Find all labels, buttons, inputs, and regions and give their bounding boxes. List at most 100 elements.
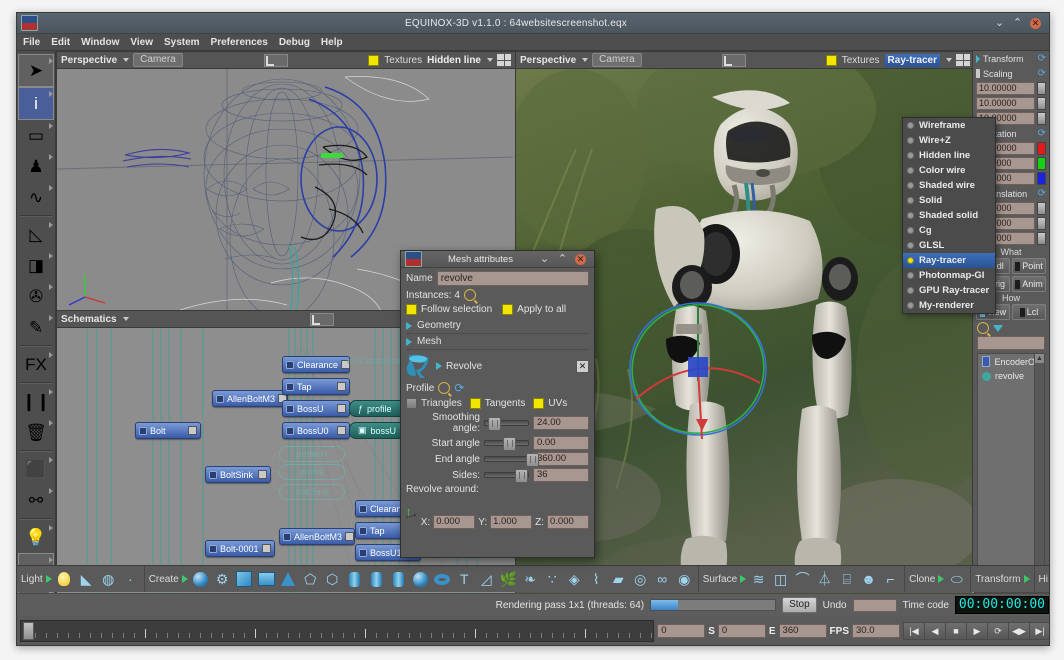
step-back-button[interactable]: ◀ (925, 623, 946, 639)
schematic-node[interactable]: BoltSink (205, 466, 271, 483)
grid-layout-icon[interactable] (497, 54, 511, 66)
orb-icon[interactable]: ◉ (675, 570, 694, 589)
reset-icon[interactable]: ⟳ (1038, 53, 1046, 64)
dialog-maximize-icon[interactable]: ⌃ (557, 254, 568, 265)
go-to-end-button[interactable]: ▶| (1030, 623, 1050, 639)
submenu-arrow-icon[interactable] (49, 488, 53, 494)
reset-icon[interactable]: ⟳ (1038, 188, 1046, 199)
pipe-icon[interactable]: ⌐ (881, 570, 900, 589)
cloth-icon[interactable]: ▰ (609, 570, 628, 589)
stop-render-button[interactable]: Stop (782, 597, 817, 613)
shading-option-photonmap-gi[interactable]: Photonmap-GI (903, 268, 995, 283)
cube-primitive-icon[interactable] (235, 570, 254, 589)
lathe-tool[interactable]: ♟ (19, 151, 53, 182)
schematic-node[interactable]: Bolt-0001 (205, 540, 275, 557)
cone-primitive-icon[interactable] (279, 570, 298, 589)
hook-icon[interactable]: ⌇ (587, 570, 606, 589)
object-search-input[interactable] (977, 336, 1045, 350)
schematic-node[interactable]: BossU0 (282, 422, 350, 439)
boolean-tool[interactable]: ❙❙ (19, 386, 53, 417)
shading-option-solid[interactable]: Solid (903, 193, 995, 208)
shading-option-glsl[interactable]: GLSL (903, 238, 995, 253)
transform-value-field[interactable]: 10.00000 (976, 82, 1035, 95)
axis-color-chip[interactable] (1037, 82, 1046, 95)
axis-color-chip[interactable] (1037, 97, 1046, 110)
axis-color-chip[interactable] (1037, 202, 1046, 215)
chain-icon[interactable]: ∞ (653, 570, 672, 589)
close-icon[interactable]: ✕ (1030, 18, 1041, 29)
shading-mode-dropdown[interactable]: WireframeWire+ZHidden lineColor wireShad… (902, 117, 996, 314)
axis-color-chip[interactable] (1037, 217, 1046, 230)
hierarchy-tool[interactable]: ⚯ (19, 485, 53, 516)
viewport-right-camera[interactable]: Camera (592, 53, 642, 67)
submenu-arrow-icon[interactable] (49, 557, 53, 563)
grid-layout-icon[interactable] (956, 54, 970, 66)
group-expand-icon[interactable] (182, 575, 188, 583)
ball-primitive-icon[interactable] (411, 570, 430, 589)
particles-icon[interactable]: ∵ (543, 570, 562, 589)
viewport-left-shading[interactable]: Hidden line (427, 55, 481, 66)
minimize-icon[interactable]: ⌄ (994, 18, 1005, 29)
textures-toggle-icon[interactable] (826, 55, 837, 66)
submenu-arrow-icon[interactable] (49, 284, 53, 290)
schematic-node[interactable]: Tap (282, 378, 350, 395)
axis-value-field[interactable]: 0.000 (547, 515, 589, 529)
group-expand-icon[interactable] (46, 575, 52, 583)
axis-value-field[interactable]: 0.000 (433, 515, 475, 529)
schematic-node[interactable]: Bolt (135, 422, 201, 439)
submenu-arrow-icon[interactable] (49, 253, 53, 259)
group-expand-icon[interactable] (1024, 575, 1030, 583)
operator-expand-icon[interactable] (436, 362, 442, 370)
axis-color-chip[interactable] (1037, 142, 1046, 155)
submenu-arrow-icon[interactable] (49, 525, 53, 531)
end-frame-field[interactable]: 360 (779, 624, 827, 638)
screen-tool[interactable]: ▭ (19, 120, 53, 151)
ruler-icon[interactable] (722, 54, 746, 67)
ruler-icon[interactable] (264, 54, 288, 67)
schematic-node[interactable]: BossU (282, 400, 350, 417)
group-expand-icon[interactable] (740, 575, 746, 583)
polygon-tool[interactable]: ◺ (19, 219, 53, 250)
node-toggle[interactable] (258, 470, 267, 479)
fracture-icon[interactable]: ◈ (565, 570, 584, 589)
stop-button[interactable]: ■ (946, 623, 967, 639)
plant-primitive-icon[interactable]: 🌿 (499, 570, 518, 589)
maximize-icon[interactable]: ⌃ (1012, 18, 1023, 29)
submenu-arrow-icon[interactable] (49, 185, 53, 191)
schematic-node[interactable]: AllenBoltM3 (212, 390, 288, 407)
shading-option-my-renderer[interactable]: My-renderer (903, 298, 995, 313)
node-toggle[interactable] (337, 382, 346, 391)
name-input[interactable]: revolve (437, 271, 589, 286)
head-icon[interactable]: ☻ (859, 570, 878, 589)
menu-view[interactable]: View (130, 37, 153, 48)
extrude-icon[interactable]: ◫ (771, 570, 790, 589)
chevron-down-icon[interactable] (487, 58, 493, 62)
ping-pong-button[interactable]: ◀▶ (1009, 623, 1030, 639)
submenu-arrow-icon[interactable] (49, 315, 53, 321)
point-light-icon[interactable]: · (121, 570, 140, 589)
expand-triangle-icon[interactable] (976, 55, 980, 63)
menu-preferences[interactable]: Preferences (211, 37, 268, 48)
fx-tool[interactable]: FX (19, 349, 53, 380)
group-expand-icon[interactable] (938, 575, 944, 583)
what-button-anim[interactable]: Anim (1012, 276, 1046, 292)
chevron-down-icon[interactable] (946, 58, 952, 62)
bend-icon[interactable]: ⌒ (793, 570, 812, 589)
submenu-arrow-icon[interactable] (49, 154, 53, 160)
transform-value-field[interactable]: 10.00000 (976, 97, 1035, 110)
slider-track[interactable] (484, 472, 529, 478)
dodecahedron-primitive-icon[interactable]: ⬡ (323, 570, 342, 589)
select-arrow-tool[interactable]: ➤ (18, 54, 54, 87)
sweep-icon[interactable]: ⌸ (837, 570, 856, 589)
dialog-close-icon[interactable]: ✕ (575, 254, 586, 265)
leaf-primitive-icon[interactable]: ❧ (521, 570, 540, 589)
shading-option-ray-tracer[interactable]: Ray-tracer (903, 253, 995, 268)
slider-track[interactable] (484, 440, 529, 446)
chevron-down-icon[interactable] (123, 317, 129, 321)
text-primitive-icon[interactable]: T (455, 570, 474, 589)
magnifier-icon[interactable] (977, 322, 989, 334)
node-toggle[interactable] (345, 532, 354, 541)
shading-option-gpu-ray-tracer[interactable]: GPU Ray-tracer (903, 283, 995, 298)
tube-primitive-icon[interactable] (389, 570, 408, 589)
magnifier-icon[interactable] (464, 289, 476, 301)
